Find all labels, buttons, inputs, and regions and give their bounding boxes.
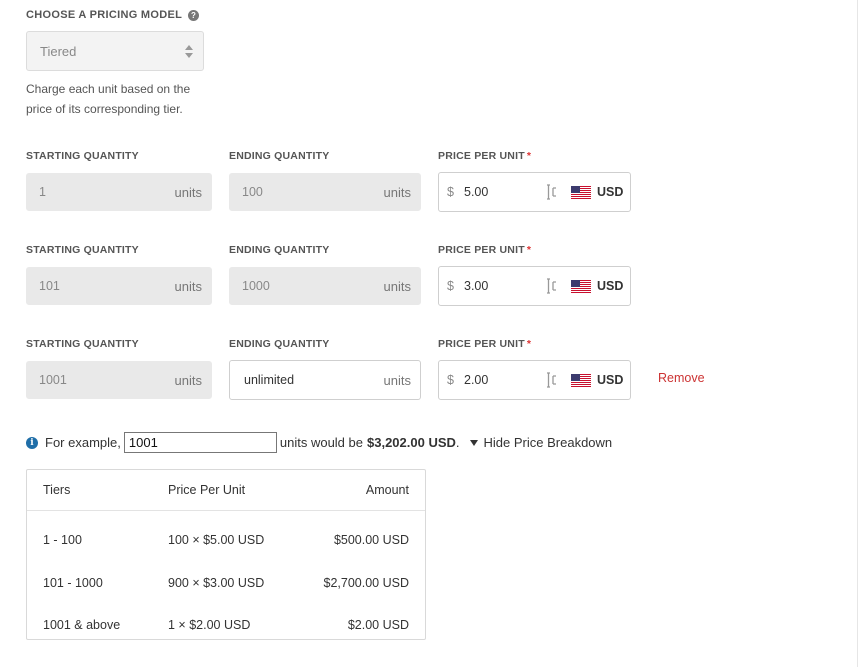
starting-quantity-field: 1001 units xyxy=(26,361,212,399)
header-tiers: Tiers xyxy=(43,483,71,497)
us-flag-icon xyxy=(571,280,591,293)
price-per-unit-label-text: PRICE PER UNIT xyxy=(438,338,525,350)
ending-quantity-label: ENDING QUANTITY xyxy=(229,150,330,162)
caret-down-icon[interactable] xyxy=(469,439,478,446)
price-per-unit-input[interactable]: $ 3.00 USD xyxy=(438,266,631,306)
example-line: i For example, units would be $3,202.00 … xyxy=(26,432,612,453)
required-mark: * xyxy=(526,150,532,162)
price-per-unit-label: PRICE PER UNIT * xyxy=(438,244,531,256)
units-suffix: units xyxy=(383,372,411,388)
starting-quantity-value: 1001 xyxy=(39,373,67,387)
starting-quantity-field: 1 units xyxy=(26,173,212,211)
pricing-model-description: Charge each unit based on the price of i… xyxy=(26,82,191,116)
pricing-model-select[interactable]: Tiered xyxy=(26,31,204,71)
text-cursor-icon xyxy=(547,278,556,294)
example-prefix: For example, xyxy=(45,435,121,450)
example-quantity-input[interactable] xyxy=(123,432,277,453)
price-value[interactable]: 5.00 xyxy=(464,185,488,199)
ending-quantity-value: 1000 xyxy=(242,279,270,293)
ending-quantity-input[interactable]: unlimited units xyxy=(229,360,421,400)
price-per-unit-input[interactable]: $ 2.00 USD xyxy=(438,360,631,400)
units-suffix: units xyxy=(174,278,202,294)
price-per-unit-label: PRICE PER UNIT * xyxy=(438,338,531,350)
pricing-model-label-text: CHOOSE A PRICING MODEL xyxy=(26,9,183,21)
units-suffix: units xyxy=(383,184,411,200)
cell-amount: $2,700.00 USD xyxy=(323,576,409,590)
ending-quantity-field: 1000 units xyxy=(229,267,421,305)
pricing-model-label: CHOOSE A PRICING MODEL ? xyxy=(26,9,200,21)
example-middle: units would be xyxy=(279,435,363,450)
required-mark: * xyxy=(526,338,532,350)
ending-quantity-label: ENDING QUANTITY xyxy=(229,338,330,350)
units-suffix: units xyxy=(174,184,202,200)
select-arrows-icon xyxy=(185,45,193,59)
table-row: 101 - 1000 900 × $3.00 USD $2,700.00 USD xyxy=(27,563,425,605)
ending-quantity-field: 100 units xyxy=(229,173,421,211)
price-per-unit-label-text: PRICE PER UNIT xyxy=(438,244,525,256)
ending-quantity-label: ENDING QUANTITY xyxy=(229,244,330,256)
ending-quantity-value[interactable]: unlimited xyxy=(244,373,294,387)
starting-quantity-label: STARTING QUANTITY xyxy=(26,338,139,350)
cell-amount: $500.00 USD xyxy=(333,533,409,547)
cell-tier: 101 - 1000 xyxy=(43,576,103,590)
example-suffix: . xyxy=(455,435,460,450)
cell-tier: 1 - 100 xyxy=(43,533,82,547)
table-row: 1 - 100 100 × $5.00 USD $500.00 USD xyxy=(27,520,425,562)
help-icon[interactable]: ? xyxy=(188,9,200,21)
starting-quantity-value: 101 xyxy=(39,279,60,293)
currency-code[interactable]: USD xyxy=(597,373,623,387)
price-breakdown-table: Tiers Price Per Unit Amount 1 - 100 100 … xyxy=(26,469,426,640)
tier-row-3: STARTING QUANTITY ENDING QUANTITY PRICE … xyxy=(0,338,858,418)
us-flag-icon xyxy=(571,374,591,387)
example-total: $3,202.00 USD xyxy=(367,435,456,450)
price-per-unit-input[interactable]: $ 5.00 USD xyxy=(438,172,631,212)
currency-code[interactable]: USD xyxy=(597,185,623,199)
text-cursor-icon xyxy=(547,184,556,200)
table-header: Tiers Price Per Unit Amount xyxy=(27,470,425,511)
currency-symbol: $ xyxy=(447,185,454,199)
tier-row-1: STARTING QUANTITY ENDING QUANTITY PRICE … xyxy=(0,150,858,230)
cell-price-per-unit: 100 × $5.00 USD xyxy=(168,533,265,547)
currency-symbol: $ xyxy=(447,279,454,293)
hide-price-breakdown-toggle[interactable]: Hide Price Breakdown xyxy=(484,435,613,450)
price-per-unit-label-text: PRICE PER UNIT xyxy=(438,150,525,162)
table-row: 1001 & above 1 × $2.00 USD $2.00 USD xyxy=(27,605,425,647)
currency-code[interactable]: USD xyxy=(597,279,623,293)
text-cursor-icon xyxy=(547,372,556,388)
units-suffix: units xyxy=(383,278,411,294)
starting-quantity-label: STARTING QUANTITY xyxy=(26,244,139,256)
starting-quantity-field: 101 units xyxy=(26,267,212,305)
tier-row-2: STARTING QUANTITY ENDING QUANTITY PRICE … xyxy=(0,244,858,324)
cell-tier: 1001 & above xyxy=(43,618,121,632)
us-flag-icon xyxy=(571,186,591,199)
required-mark: * xyxy=(526,244,532,256)
ending-quantity-value: 100 xyxy=(242,185,263,199)
price-per-unit-label: PRICE PER UNIT * xyxy=(438,150,531,162)
pricing-model-selected-value: Tiered xyxy=(40,43,77,59)
currency-symbol: $ xyxy=(447,373,454,387)
starting-quantity-value: 1 xyxy=(39,185,46,199)
cell-price-per-unit: 900 × $3.00 USD xyxy=(168,576,265,590)
units-suffix: units xyxy=(174,372,202,388)
price-value[interactable]: 2.00 xyxy=(464,373,488,387)
header-amount: Amount xyxy=(365,483,409,497)
starting-quantity-label: STARTING QUANTITY xyxy=(26,150,139,162)
price-value[interactable]: 3.00 xyxy=(464,279,488,293)
header-price-per-unit: Price Per Unit xyxy=(168,483,246,497)
info-icon: i xyxy=(26,436,38,449)
cell-amount: $2.00 USD xyxy=(347,618,409,632)
cell-price-per-unit: 1 × $2.00 USD xyxy=(168,618,251,632)
remove-tier-link[interactable]: Remove xyxy=(658,371,705,385)
